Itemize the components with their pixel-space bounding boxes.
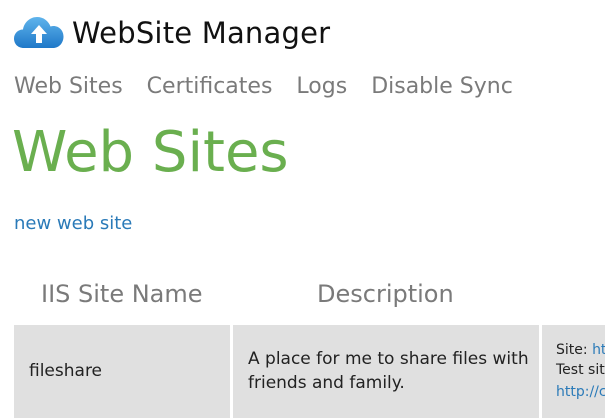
nav-logs[interactable]: Logs bbox=[296, 74, 347, 99]
new-web-site-link[interactable]: new web site bbox=[14, 213, 132, 234]
page: WebSite Manager Web Sites Certificates L… bbox=[0, 0, 605, 418]
main-nav: Web Sites Certificates Logs Disable Sync bbox=[14, 74, 537, 99]
site-name: fileshare bbox=[29, 361, 103, 381]
app-header: WebSite Manager bbox=[14, 11, 330, 55]
column-header-site-name: IIS Site Name bbox=[41, 280, 203, 308]
site-url-label: Site: bbox=[556, 342, 588, 358]
site-links-cell: Site: ht Test sit http://c bbox=[542, 325, 605, 418]
site-url-line: Site: ht bbox=[556, 342, 605, 358]
nav-disable-sync[interactable]: Disable Sync bbox=[371, 74, 513, 99]
column-header-description: Description bbox=[317, 280, 454, 308]
description-cell: A place for me to share files with frien… bbox=[233, 325, 539, 418]
cloud-upload-icon bbox=[14, 15, 64, 51]
nav-certificates[interactable]: Certificates bbox=[147, 74, 273, 99]
site-description: A place for me to share files with frien… bbox=[248, 349, 529, 393]
nav-web-sites[interactable]: Web Sites bbox=[14, 74, 123, 99]
page-title: Web Sites bbox=[12, 120, 289, 185]
site-name-cell: fileshare bbox=[14, 325, 230, 418]
app-title: WebSite Manager bbox=[72, 16, 331, 50]
test-site-link[interactable]: http://c bbox=[556, 384, 605, 400]
test-site-label: Test sit bbox=[556, 362, 605, 378]
table-row[interactable]: fileshare A place for me to share files … bbox=[14, 325, 605, 418]
site-url-link[interactable]: ht bbox=[592, 342, 605, 358]
